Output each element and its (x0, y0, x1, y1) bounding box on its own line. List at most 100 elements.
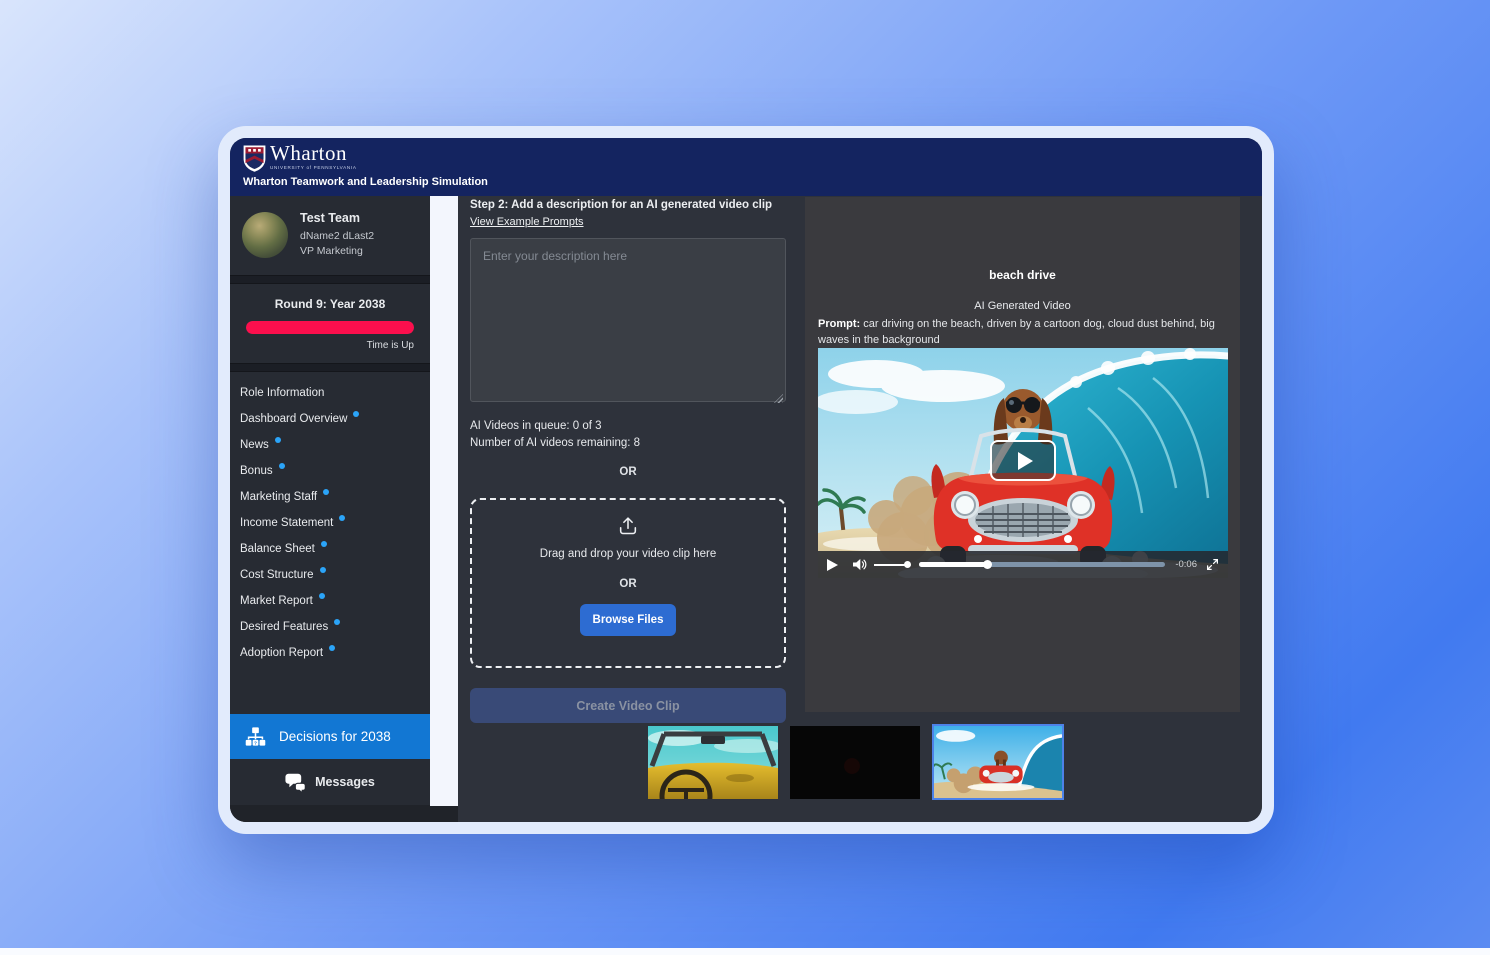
sidebar-item-label: Marketing Staff (240, 491, 317, 503)
sidebar-item-label: Balance Sheet (240, 543, 315, 555)
penn-shield-icon (243, 145, 266, 172)
thumbnail-black-frame[interactable] (790, 726, 920, 799)
notification-dot (329, 645, 335, 651)
sidebar-item-marketing-staff[interactable]: Marketing Staff (230, 484, 430, 510)
sidebar-item-label: Dashboard Overview (240, 413, 347, 425)
sidebar-item-cost-structure[interactable]: Cost Structure (230, 562, 430, 588)
thumbnail-yellow-car-dashboard[interactable] (648, 726, 778, 799)
browse-files-button[interactable]: Browse Files (580, 604, 677, 636)
sidebar-item-balance-sheet[interactable]: Balance Sheet (230, 536, 430, 562)
round-progress-fill (246, 321, 414, 334)
org-chart-icon: ? (244, 725, 267, 748)
sidebar-item-label: Income Statement (240, 517, 333, 529)
thumbnail-image (790, 726, 920, 799)
notification-dot (334, 619, 340, 625)
video-subtitle: AI Generated Video (805, 300, 1240, 312)
chat-bubbles-icon (285, 772, 306, 792)
play-icon (1018, 452, 1033, 470)
team-name: Test Team (300, 211, 374, 225)
sidebar-item-desired-features[interactable]: Desired Features (230, 614, 430, 640)
notification-dot (353, 411, 359, 417)
sidebar-item-news[interactable]: News (230, 432, 430, 458)
app-window: Wharton UNIVERSITY of PENNSYLVANIA Whart… (230, 138, 1262, 822)
volume-fill (874, 564, 908, 566)
brand-subtitle: UNIVERSITY of PENNSYLVANIA (270, 165, 357, 170)
decisions-button-label: Decisions for 2038 (279, 729, 391, 744)
sidebar-item-income-statement[interactable]: Income Statement (230, 510, 430, 536)
video-title: beach drive (805, 268, 1240, 282)
sidebar-item-label: Cost Structure (240, 569, 314, 581)
sidebar-item-label: Role Information (240, 387, 324, 399)
dropzone-text: Drag and drop your video clip here (540, 548, 716, 560)
round-block: Round 9: Year 2038 Time is Up (230, 284, 430, 363)
time-remaining: -0:06 (1175, 559, 1197, 570)
round-progress-track (246, 321, 414, 334)
upload-icon (617, 514, 639, 536)
sidebar-item-label: Market Report (240, 595, 313, 607)
video-player[interactable]: -0:06 (818, 348, 1228, 578)
play-button[interactable] (827, 559, 838, 571)
remaining-status: Number of AI videos remaining: 8 (470, 437, 786, 449)
progress-fill (919, 562, 988, 567)
sidebar-item-market-report[interactable]: Market Report (230, 588, 430, 614)
sidebar-item-dashboard-overview[interactable]: Dashboard Overview (230, 406, 430, 432)
player-controls: -0:06 (818, 551, 1228, 578)
sidebar-nav: Role Information Dashboard Overview News… (230, 372, 430, 670)
app-title: Wharton Teamwork and Leadership Simulati… (243, 176, 488, 188)
notification-dot (323, 489, 329, 495)
team-text: Test Team dName2 dLast2 VP Marketing (300, 211, 374, 259)
notification-dot (275, 437, 281, 443)
description-field-wrap (470, 238, 786, 407)
sidebar-item-label: Desired Features (240, 621, 328, 633)
sidebar-item-adoption-report[interactable]: Adoption Report (230, 640, 430, 666)
decisions-button[interactable]: ? Decisions for 2038 (230, 714, 430, 759)
body-row: Test Team dName2 dLast2 VP Marketing Rou… (230, 196, 1262, 822)
create-video-clip-button[interactable]: Create Video Clip (470, 688, 786, 723)
app-window-frame: Wharton UNIVERSITY of PENNSYLVANIA Whart… (218, 126, 1274, 834)
volume-slider[interactable] (874, 564, 911, 566)
description-input[interactable] (470, 238, 786, 402)
sidebar-divider (230, 275, 430, 284)
messages-button-label: Messages (315, 775, 375, 789)
volume-icon[interactable] (851, 557, 867, 572)
notification-dot (320, 567, 326, 573)
fullscreen-icon[interactable] (1206, 558, 1219, 571)
video-prompt: Prompt: car driving on the beach, driven… (818, 317, 1228, 348)
seek-bar[interactable] (919, 562, 1165, 567)
notification-dot (279, 463, 285, 469)
notification-dot (339, 515, 345, 521)
sidebar-item-role-information[interactable]: Role Information (230, 380, 430, 406)
sidebar-item-label: News (240, 439, 269, 451)
thumbnail-beach-drive-selected[interactable] (932, 724, 1064, 800)
sidebar-bottom-band (230, 805, 430, 822)
app-header: Wharton UNIVERSITY of PENNSYLVANIA Whart… (230, 138, 1262, 196)
prompt-label: Prompt: (818, 318, 860, 330)
svg-text:?: ? (254, 741, 257, 747)
video-thumbnail-row (648, 724, 1064, 800)
round-time-status: Time is Up (246, 340, 414, 351)
notification-dot (321, 541, 327, 547)
or-divider: OR (470, 466, 786, 478)
team-member: dName2 dLast2 (300, 229, 374, 244)
main-content: Step 2: Add a description for an AI gene… (458, 196, 1262, 822)
sidebar: Test Team dName2 dLast2 VP Marketing Rou… (230, 196, 430, 822)
sidebar-divider (230, 363, 430, 372)
big-play-button[interactable] (990, 440, 1056, 481)
sidebar-item-label: Bonus (240, 465, 273, 477)
messages-button[interactable]: Messages (230, 759, 430, 805)
prompt-text: car driving on the beach, driven by a ca… (818, 318, 1215, 346)
queue-status: AI Videos in queue: 0 of 3 (470, 420, 786, 432)
video-dropzone[interactable]: Drag and drop your video clip here OR Br… (470, 498, 786, 668)
round-label: Round 9: Year 2038 (246, 297, 414, 311)
gap-column (430, 196, 458, 822)
step2-title: Step 2: Add a description for an AI gene… (470, 198, 786, 212)
thumbnail-image (648, 726, 778, 799)
brand-block: Wharton UNIVERSITY of PENNSYLVANIA (270, 143, 357, 170)
page-bottom-strip (0, 948, 1490, 955)
team-avatar (242, 212, 288, 258)
sidebar-item-bonus[interactable]: Bonus (230, 458, 430, 484)
team-role: VP Marketing (300, 244, 374, 259)
brand-name: Wharton (270, 143, 357, 164)
view-example-prompts-link[interactable]: View Example Prompts (470, 215, 584, 229)
sidebar-item-label: Adoption Report (240, 647, 323, 659)
